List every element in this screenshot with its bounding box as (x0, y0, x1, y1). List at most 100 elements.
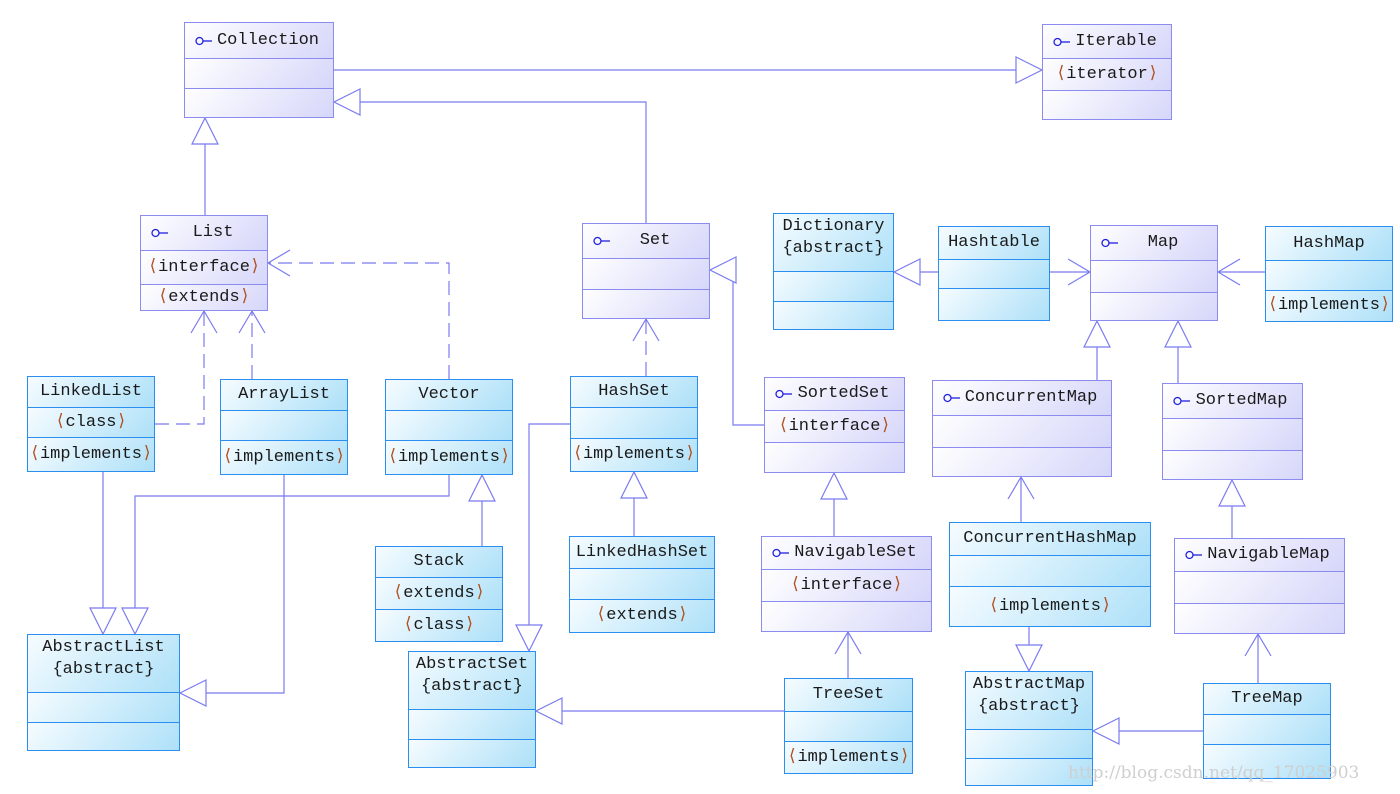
operations-section (765, 442, 904, 472)
relation-collection-iterable (334, 56, 1044, 84)
title-section: TreeSet (785, 679, 912, 711)
dictionary-box[interactable]: Dictionary {abstract} (773, 213, 894, 330)
operations-section: extends (570, 599, 714, 632)
map-box[interactable]: Map (1090, 225, 1218, 321)
stereotype-label: interface (778, 416, 890, 438)
abstract-label: {abstract} (52, 660, 155, 679)
title-section: ConcurrentHashMap (950, 523, 1150, 555)
operations-section (774, 301, 893, 329)
relation-concurrenthashmap-concurrentmap (1007, 475, 1035, 522)
relation-treemap-navigablemap (1244, 632, 1272, 683)
hollow-triangle-arrowhead-icon (178, 679, 207, 707)
operations-section: extends (141, 284, 267, 310)
hollow-triangle-arrowhead-icon (332, 88, 361, 116)
iterable-box[interactable]: Iterable iterator (1042, 24, 1172, 120)
attributes-section (1163, 418, 1302, 450)
arraylist-box[interactable]: ArrayList implements (220, 379, 348, 475)
hashset-box[interactable]: HashSet implements (570, 376, 698, 472)
hollow-triangle-arrowhead-icon (620, 470, 648, 499)
attributes-section (1175, 571, 1344, 603)
relation-arraylist-abstractlist (178, 475, 285, 707)
abstract-label: {abstract} (782, 239, 885, 258)
attributes-section (939, 259, 1049, 288)
title-section: Collection (185, 23, 333, 58)
class-name: Set (639, 231, 671, 250)
hashmap-box[interactable]: HashMap implements (1265, 226, 1393, 322)
operations-section: implements (950, 586, 1150, 626)
hollow-triangle-arrowhead-icon (1083, 319, 1111, 348)
class-name: NavigableMap (1207, 545, 1330, 564)
class-name: Iterable (1075, 31, 1157, 51)
relation-line (155, 311, 205, 425)
interface-icon (775, 389, 792, 399)
set-box[interactable]: Set (582, 223, 710, 319)
operations-section (185, 88, 333, 117)
relation-hashmap-map (1216, 258, 1265, 286)
interface-icon (593, 236, 610, 246)
relation-arraylist-list (238, 309, 266, 379)
attributes-section (571, 407, 697, 438)
interface-icon (1185, 550, 1202, 560)
attributes-section (221, 410, 347, 440)
attributes-section (950, 555, 1150, 586)
title-section: NavigableSet (762, 537, 931, 569)
relation-line (732, 269, 764, 426)
operations-section (933, 447, 1111, 476)
class-name: ConcurrentHashMap (963, 529, 1137, 548)
relation-hashtable-dictionary (892, 258, 938, 286)
abstractset-box[interactable]: AbstractSet {abstract} (408, 651, 536, 768)
title-section: List (141, 216, 267, 250)
sortedmap-box[interactable]: SortedMap (1162, 383, 1303, 480)
treeset-box[interactable]: TreeSet implements (784, 678, 913, 774)
relation-stack-vector (468, 473, 496, 546)
navigableset-box[interactable]: NavigableSet interface (761, 536, 932, 632)
relation-navigablemap-sortedmap (1218, 478, 1246, 538)
attributes-section (409, 709, 535, 739)
hollow-triangle-arrowhead-icon (191, 116, 219, 145)
hollow-triangle-arrowhead-icon (1091, 717, 1120, 745)
relation-concurrenthashmap-abstractmap (1015, 627, 1043, 673)
title-section: SortedMap (1163, 384, 1302, 418)
relation-list-collection (191, 116, 219, 215)
operations-section (1043, 90, 1171, 119)
uml-diagram: Collection Iterable iterator List interface e… (0, 0, 1400, 794)
class-name: AbstractMap (972, 675, 1086, 694)
title-section: Stack (376, 547, 502, 577)
watermark: http://blog.csdn.net/qq_17025903 (1068, 763, 1360, 783)
class-name: SortedSet (797, 384, 890, 403)
linkedhashset-box[interactable]: LinkedHashSet extends (569, 536, 715, 633)
navigablemap-box[interactable]: NavigableMap (1174, 538, 1345, 634)
stack-box[interactable]: Stack extends class (375, 546, 503, 642)
list-box[interactable]: List interface extends (140, 215, 268, 311)
hollow-triangle-arrowhead-icon (892, 258, 921, 286)
class-name: NavigableSet (794, 543, 917, 562)
sortedset-box[interactable]: SortedSet interface (764, 377, 905, 473)
operations-section (409, 739, 535, 767)
operations-section (1163, 450, 1302, 479)
relation-hashset-set (632, 317, 660, 376)
hashtable-box[interactable]: Hashtable (938, 226, 1050, 321)
class-name: SortedMap (1195, 391, 1288, 410)
attributes-section (386, 410, 512, 440)
stereotype-label: class (403, 615, 475, 637)
class-name: Vector (418, 385, 480, 404)
stereotype-label: iterator (1056, 64, 1158, 86)
class-name: Stack (413, 552, 465, 571)
concurrenthashmap-box[interactable]: ConcurrentHashMap implements (949, 522, 1151, 627)
vector-box[interactable]: Vector implements (385, 379, 513, 475)
hollow-triangle-arrowhead-icon (708, 256, 737, 284)
abstractlist-box[interactable]: AbstractList {abstract} (27, 634, 180, 751)
title-section: Map (1091, 226, 1217, 260)
relation-line (528, 423, 570, 625)
title-section: LinkedHashSet (570, 537, 714, 568)
collection-box[interactable]: Collection (184, 22, 334, 118)
relation-navigableset-sortedset (820, 471, 848, 536)
concurrentmap-box[interactable]: ConcurrentMap (932, 380, 1112, 477)
relation-line (268, 262, 450, 379)
title-section: TreeMap (1204, 684, 1330, 714)
linkedlist-box[interactable]: LinkedList class implements (27, 376, 155, 472)
class-name: List (192, 223, 234, 242)
title-section: Hashtable (939, 227, 1049, 259)
class-name: HashMap (1293, 233, 1365, 253)
hollow-triangle-arrowhead-icon (1218, 478, 1246, 507)
